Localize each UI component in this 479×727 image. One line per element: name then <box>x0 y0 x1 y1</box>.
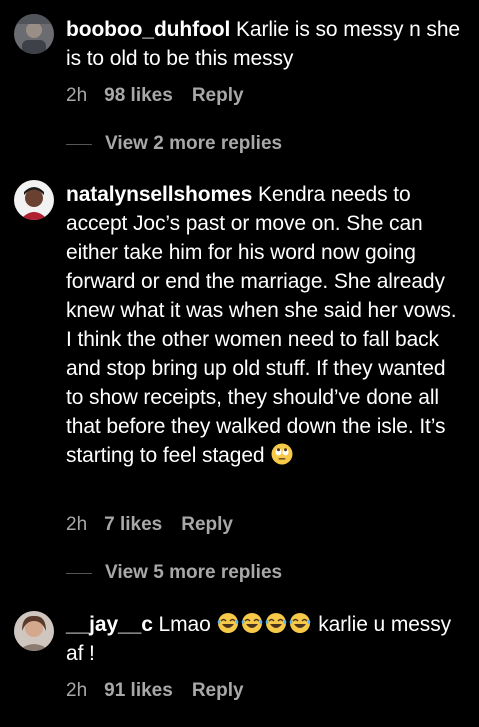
avatar[interactable] <box>14 14 54 54</box>
comment-text: __jay__c Lmao karlie u messy af ! <box>66 610 466 668</box>
comment-text: natalynsellshomes Kendra needs to accept… <box>66 180 466 470</box>
comment-meta: 2h 98 likes Reply <box>66 85 244 107</box>
view-replies-label: View 5 more replies <box>105 562 283 583</box>
timestamp: 2h <box>66 680 88 701</box>
comment-meta: 2h 91 likes Reply <box>66 680 244 702</box>
avatar[interactable] <box>14 180 54 220</box>
comment-meta: 2h 7 likes Reply <box>66 514 233 536</box>
tears-of-joy-emoji-icon <box>265 612 287 634</box>
reply-button[interactable]: Reply <box>192 680 244 702</box>
reply-button[interactable]: Reply <box>181 514 233 536</box>
comment-body: Kendra needs to accept Joc’s past or mov… <box>66 183 457 467</box>
username[interactable]: booboo_duhfool <box>66 18 230 41</box>
tears-of-joy-emoji-icon <box>217 612 239 634</box>
timestamp: 2h <box>66 514 88 535</box>
view-replies-button[interactable]: View 2 more replies <box>66 133 282 155</box>
divider-line <box>66 572 92 574</box>
view-replies-button[interactable]: View 5 more replies <box>66 562 282 584</box>
divider-line <box>66 143 92 145</box>
reply-button[interactable]: Reply <box>192 85 244 107</box>
username[interactable]: natalynsellshomes <box>66 183 252 206</box>
tears-of-joy-emoji-icon <box>241 612 263 634</box>
eye-roll-emoji-icon <box>271 443 293 465</box>
tears-of-joy-emoji-icon <box>289 612 311 634</box>
likes-count[interactable]: 7 likes <box>104 514 162 536</box>
likes-count[interactable]: 98 likes <box>104 85 173 107</box>
view-replies-label: View 2 more replies <box>105 133 283 154</box>
username[interactable]: __jay__c <box>66 613 153 636</box>
comment-text: booboo_duhfool Karlie is so messy n she … <box>66 15 466 73</box>
avatar[interactable] <box>14 611 54 651</box>
timestamp: 2h <box>66 85 88 106</box>
likes-count[interactable]: 91 likes <box>104 680 173 702</box>
comment-body-start: Lmao <box>158 613 211 636</box>
